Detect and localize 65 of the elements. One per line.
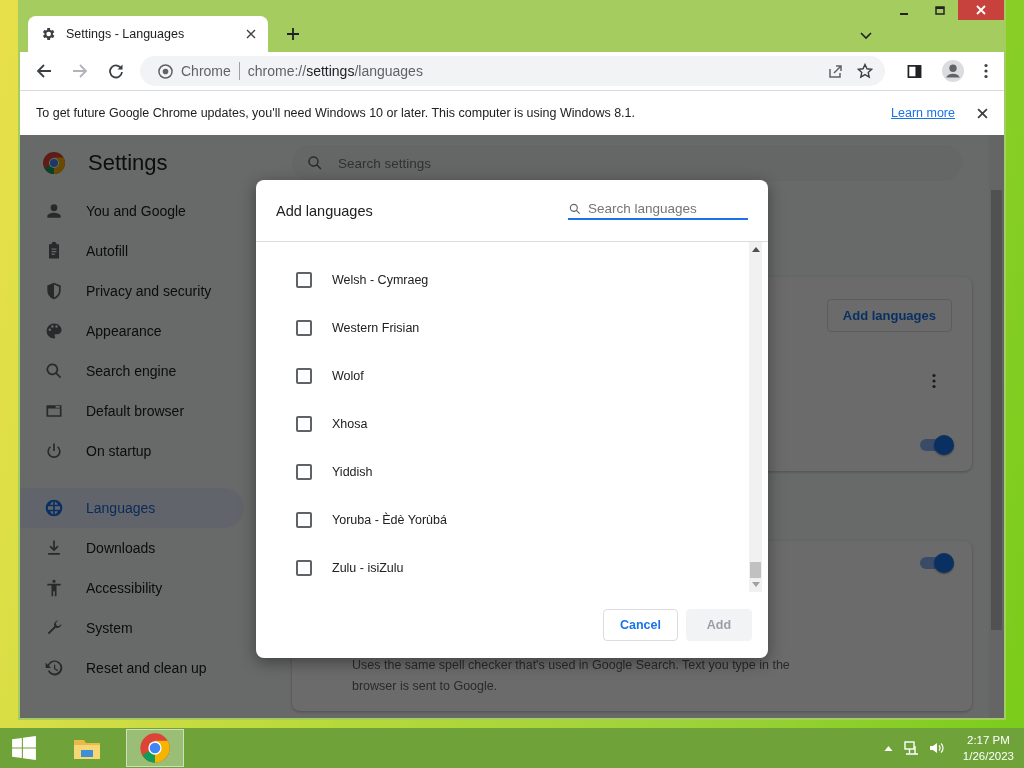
checkbox[interactable] [296, 272, 312, 288]
sidebar-item[interactable]: Autofill [20, 231, 244, 271]
sidebar-item[interactable]: You and Google [20, 191, 244, 231]
language-option[interactable]: Xhosa [332, 417, 368, 431]
checkbox[interactable] [296, 464, 312, 480]
search-icon [568, 201, 582, 216]
cancel-button[interactable]: Cancel [603, 609, 678, 641]
search-languages-field[interactable]: Search languages [588, 201, 748, 216]
url-text: chrome://settings/languages [247, 63, 423, 79]
language-option[interactable]: Wolof [332, 369, 364, 383]
sidebar-item[interactable]: On startup [20, 431, 244, 471]
address-bar[interactable]: Chrome chrome://settings/languages [140, 56, 885, 86]
settings-title: Settings [88, 150, 168, 176]
globe-icon [44, 498, 64, 518]
tab-title: Settings - Languages [66, 27, 186, 41]
accessibility-icon [44, 578, 64, 598]
volume-icon[interactable] [928, 740, 945, 756]
history-icon [44, 658, 64, 678]
star-icon[interactable] [857, 63, 873, 79]
language-option[interactable]: Western Frisian [332, 321, 420, 335]
language-option[interactable]: Yiddish [332, 465, 373, 479]
scroll-up-icon[interactable] [751, 246, 760, 252]
browser-tab[interactable]: Settings - Languages [28, 16, 268, 52]
sidebar-item[interactable]: Privacy and security [20, 271, 244, 311]
dialog-title: Add languages [276, 202, 373, 219]
sidebar-item[interactable]: Appearance [20, 311, 244, 351]
chrome-taskbar-button[interactable] [126, 729, 184, 767]
windows-logo-icon[interactable] [11, 735, 37, 761]
sidebar-item[interactable]: Languages [20, 488, 244, 528]
sidebar-item[interactable]: System [20, 608, 244, 648]
checkbox[interactable] [296, 320, 312, 336]
language-option[interactable]: Zulu - isiZulu [332, 561, 404, 575]
network-icon[interactable] [902, 740, 919, 756]
checkbox[interactable] [296, 368, 312, 384]
sidebar-item[interactable]: Search engine [20, 351, 244, 391]
new-tab-icon[interactable] [286, 27, 300, 41]
language-option[interactable]: Welsh - Cymraeg [332, 273, 429, 287]
sidebar-item[interactable]: Downloads [20, 528, 244, 568]
add-languages-button[interactable]: Add languages [826, 299, 952, 332]
checkbox[interactable] [296, 512, 312, 528]
sidebar-item[interactable]: Default browser [20, 391, 244, 431]
close-icon[interactable] [977, 107, 988, 119]
palette-icon [44, 321, 64, 341]
shield-icon [44, 281, 64, 301]
learn-more-link[interactable]: Learn more [891, 106, 955, 120]
person-icon [44, 201, 64, 221]
close-tab-icon[interactable] [246, 29, 256, 39]
checkbox[interactable] [296, 560, 312, 576]
more-options-icon[interactable] [932, 373, 936, 389]
site-chip-label: Chrome [181, 63, 231, 79]
clock-time[interactable]: 2:17 PM [967, 732, 1010, 748]
search-icon [306, 154, 324, 172]
language-option[interactable]: Yoruba - Èdè Yorùbá [332, 513, 447, 527]
search-icon [44, 361, 64, 381]
checkbox[interactable] [296, 416, 312, 432]
clock-date[interactable]: 1/26/2023 [962, 748, 1014, 764]
share-icon[interactable] [827, 63, 843, 79]
power-icon [44, 441, 64, 461]
update-warning-text: To get future Google Chrome updates, you'll need Windows 10 or later. This computer is using Windows 8.1. [36, 106, 635, 120]
sidebar-item[interactable]: Accessibility [20, 568, 244, 608]
settings-icon [40, 26, 56, 42]
sidebar-item[interactable]: Reset and clean up [20, 648, 244, 688]
show-hidden-icons-icon[interactable] [883, 745, 893, 751]
chevron-down-icon[interactable] [860, 32, 872, 40]
scrollbar-thumb[interactable] [750, 562, 761, 578]
